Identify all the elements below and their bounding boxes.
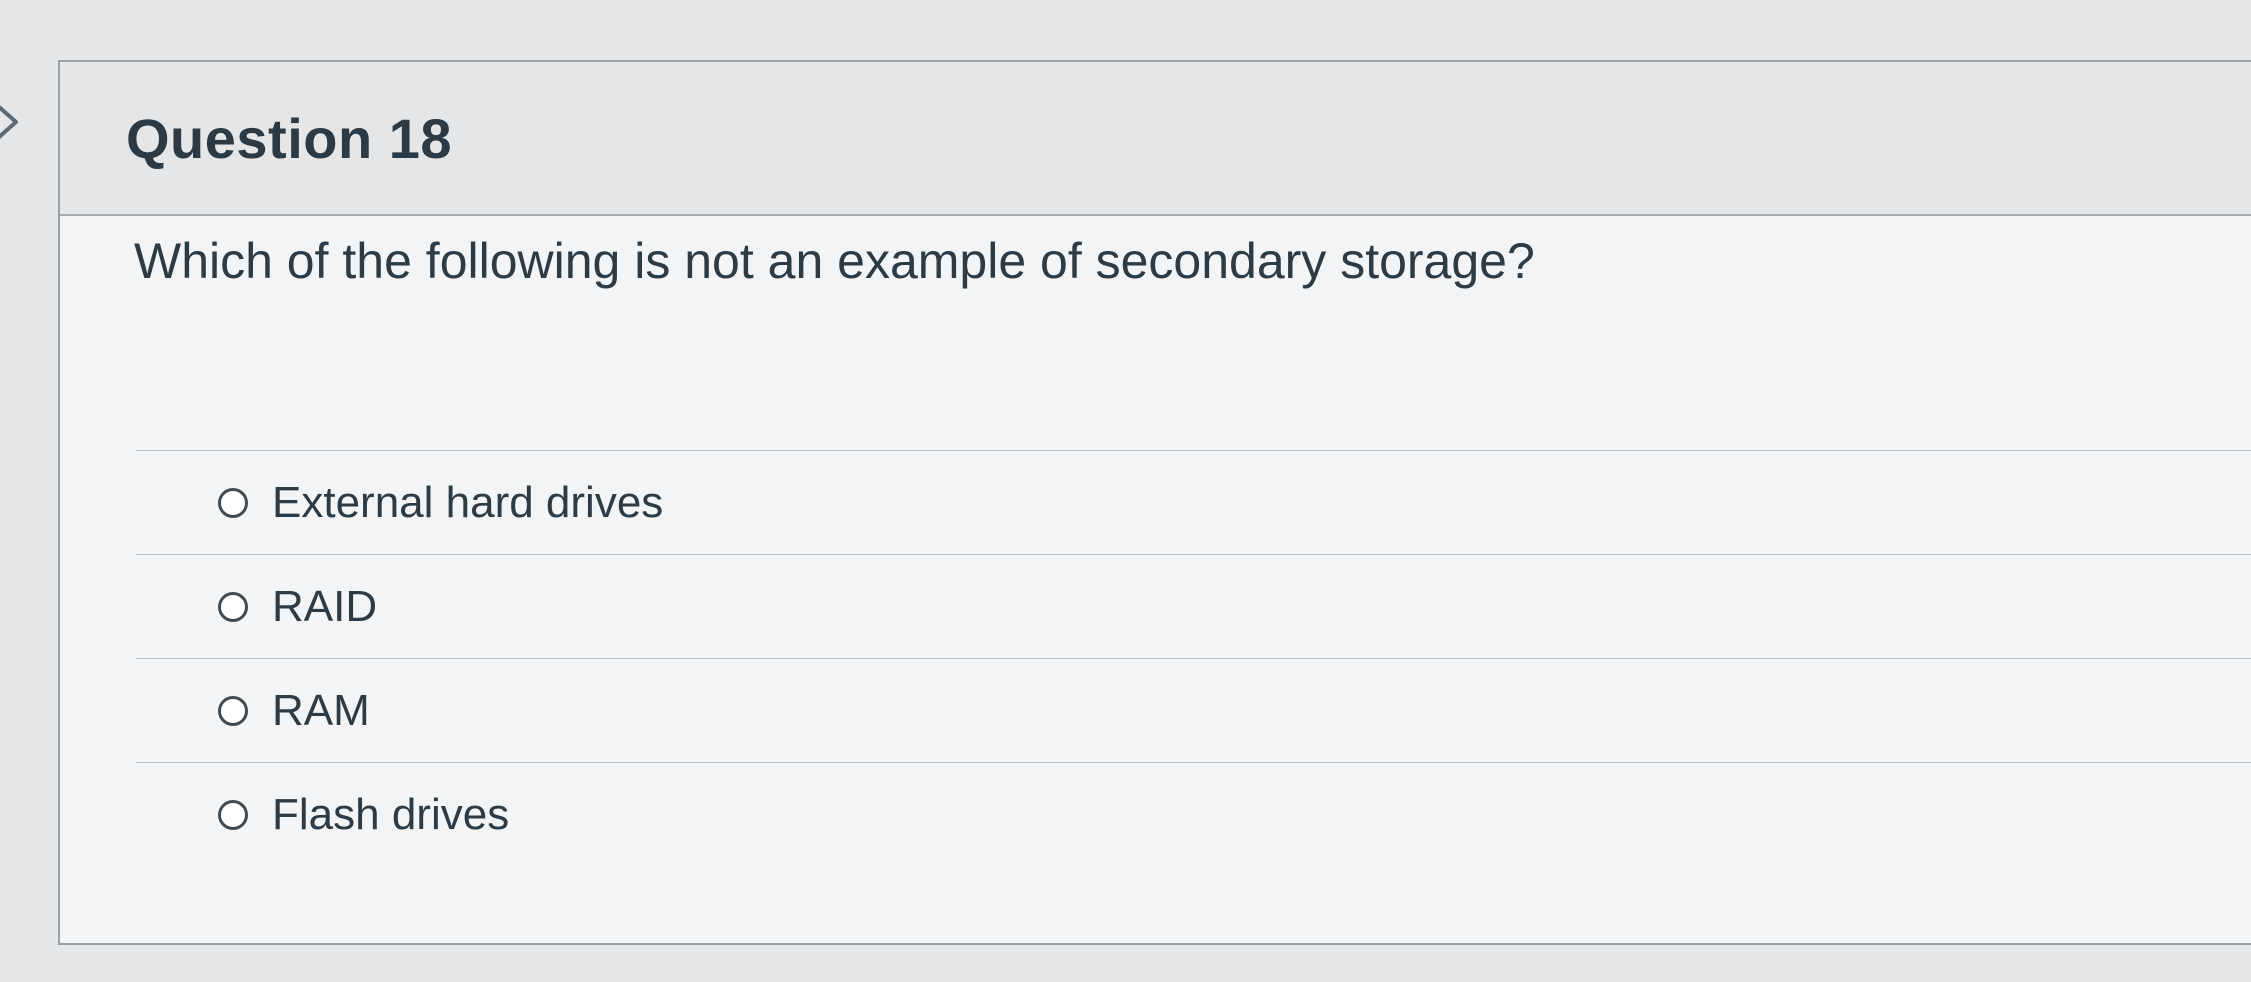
answer-option-ram[interactable]: RAM bbox=[136, 659, 2251, 763]
radio-button-icon[interactable] bbox=[218, 591, 248, 622]
question-prompt: Which of the following is not an example… bbox=[134, 233, 1535, 289]
answer-option-raid[interactable]: RAID bbox=[136, 555, 2251, 659]
answer-label[interactable]: External hard drives bbox=[272, 478, 663, 528]
answer-list: External hard drives RAID RAM Flash driv… bbox=[136, 450, 2251, 867]
radio-button-icon[interactable] bbox=[218, 695, 248, 726]
question-title: Question 18 bbox=[126, 107, 453, 170]
radio-button-icon[interactable] bbox=[218, 487, 248, 518]
answer-label[interactable]: RAID bbox=[272, 582, 377, 632]
radio-button-icon[interactable] bbox=[218, 800, 248, 830]
question-card: Question 18 Which of the following is no… bbox=[58, 60, 2251, 945]
question-header: Question 18 bbox=[60, 62, 2251, 216]
answer-option-flash-drives[interactable]: Flash drives bbox=[136, 763, 2251, 867]
answer-option-external-hard-drives[interactable]: External hard drives bbox=[136, 451, 2251, 555]
chevron-right-icon[interactable] bbox=[0, 100, 30, 144]
answer-label[interactable]: RAM bbox=[272, 686, 370, 736]
answer-label[interactable]: Flash drives bbox=[272, 790, 509, 840]
